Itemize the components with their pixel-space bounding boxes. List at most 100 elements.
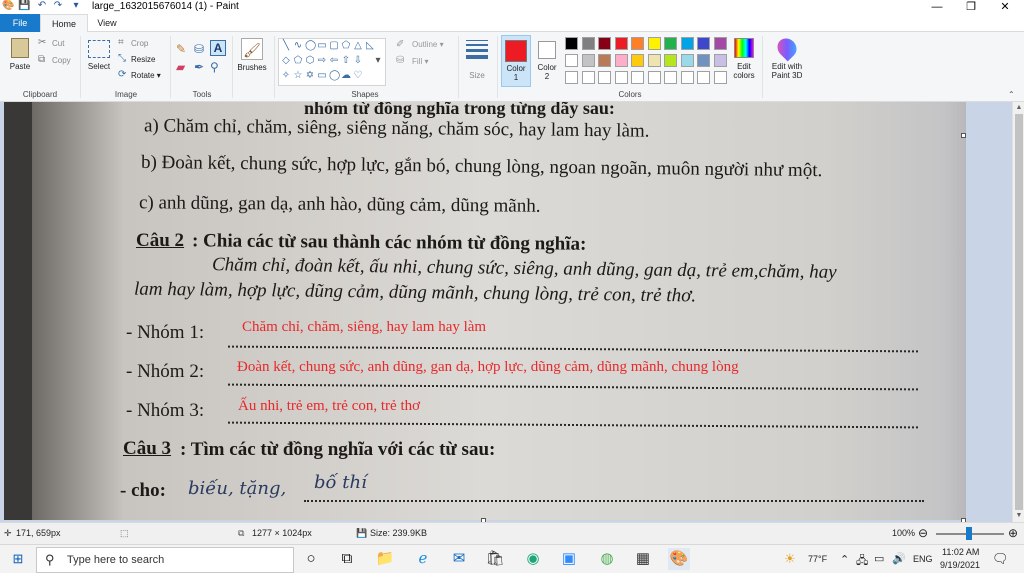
palette-color-swatch[interactable] [697, 71, 710, 84]
close-button[interactable]: ✕ [988, 0, 1022, 14]
palette-color-swatch[interactable] [664, 54, 677, 67]
curve-shape-icon[interactable]: ∿ [293, 41, 303, 51]
crop-button[interactable]: Crop [131, 39, 148, 48]
palette-color-swatch[interactable] [565, 71, 578, 84]
six-point-star-shape-icon[interactable]: ✡ [305, 71, 315, 81]
weather-temperature[interactable]: 77°F [808, 554, 827, 564]
palette-color-swatch[interactable] [697, 54, 710, 67]
line-shape-icon[interactable]: ╲ [281, 41, 291, 51]
right-arrow-shape-icon[interactable]: ⇨ [317, 56, 327, 66]
notifications-icon[interactable]: 🗨 [992, 551, 1009, 567]
palette-color-swatch[interactable] [631, 54, 644, 67]
palette-color-swatch[interactable] [614, 54, 628, 67]
resize-handle-right[interactable] [961, 133, 966, 138]
cut-button[interactable]: Cut [52, 39, 64, 48]
vertical-scrollbar[interactable]: ▲ ▼ [1012, 102, 1024, 522]
polygon-shape-icon[interactable]: ⬠ [341, 41, 351, 51]
outline-dropdown[interactable]: Outline ▾ [412, 40, 444, 49]
palette-color-swatch[interactable] [664, 37, 677, 50]
palette-color-swatch[interactable] [647, 71, 661, 84]
down-arrow-shape-icon[interactable]: ⇩ [353, 56, 363, 66]
palette-color-swatch[interactable] [713, 37, 727, 50]
undo-icon[interactable]: ↶ [36, 0, 48, 12]
network-icon[interactable]: 🖧 [856, 552, 868, 571]
palette-color-swatch[interactable] [680, 71, 694, 84]
task-view-icon[interactable]: ⧉ [336, 548, 358, 570]
scroll-down-icon[interactable]: ▼ [1013, 510, 1024, 522]
windows-start-icon[interactable]: ⊞ [7, 548, 29, 570]
clock-date[interactable]: 9/19/2021 [940, 560, 980, 570]
palette-color-swatch[interactable] [598, 37, 611, 50]
palette-color-swatch[interactable] [598, 71, 611, 84]
palette-color-swatch[interactable] [581, 71, 595, 84]
collapse-ribbon-icon[interactable]: ⌃ [1008, 88, 1015, 102]
left-arrow-shape-icon[interactable]: ⇦ [329, 56, 339, 66]
callout-cloud-shape-icon[interactable]: ☁ [341, 71, 351, 81]
minimize-button[interactable]: — [920, 0, 954, 14]
palette-color-swatch[interactable] [598, 54, 611, 67]
palette-color-swatch[interactable] [680, 54, 694, 67]
zoom-app-icon[interactable]: ▣ [558, 548, 580, 570]
palette-color-swatch[interactable] [664, 71, 677, 84]
color1-button[interactable]: Color 1 [501, 35, 531, 87]
select-button[interactable]: Select [84, 36, 114, 86]
palette-color-swatch[interactable] [631, 71, 644, 84]
zoom-slider-thumb[interactable] [966, 527, 972, 540]
rectangle-shape-icon[interactable]: ▭ [317, 41, 327, 51]
edit-colors-button[interactable]: Edit colors [730, 36, 758, 88]
palette-color-swatch[interactable] [713, 54, 727, 67]
callout-rect-shape-icon[interactable]: ▭ [317, 71, 327, 81]
eraser-icon[interactable]: ▰ [176, 60, 185, 74]
pentagon-shape-icon[interactable]: ⬠ [293, 56, 303, 66]
magnifier-icon[interactable]: ⚲ [210, 60, 219, 74]
heart-shape-icon[interactable]: ♡ [353, 71, 363, 81]
four-point-star-shape-icon[interactable]: ✧ [281, 71, 291, 81]
palette-color-swatch[interactable] [647, 54, 661, 67]
palette-color-swatch[interactable] [697, 37, 710, 50]
maximize-button[interactable]: ❐ [954, 0, 988, 14]
canvas-image[interactable]: nhóm từ đồng nghĩa trong từng dãy sau: a… [4, 102, 966, 520]
resize-button[interactable]: Resize [131, 55, 155, 64]
battery-icon[interactable]: ▭ [874, 552, 884, 565]
tab-view[interactable]: View [88, 14, 126, 32]
triangle-shape-icon[interactable]: △ [353, 41, 363, 51]
palette-color-swatch[interactable] [713, 71, 727, 84]
rotate-button[interactable]: Rotate ▾ [131, 71, 161, 80]
taskbar-search-box[interactable]: ⚲ Type here to search [36, 547, 294, 573]
scroll-up-icon[interactable]: ▲ [1013, 102, 1024, 114]
diamond-shape-icon[interactable]: ◇ [281, 56, 291, 66]
volume-icon[interactable]: 🔊 [892, 552, 906, 565]
internet-explorer-icon[interactable]: ℯ [412, 548, 434, 570]
file-explorer-icon[interactable]: 📁 [374, 548, 396, 570]
store-icon[interactable]: 🛍 [484, 548, 506, 570]
pencil-icon[interactable]: ✎ [176, 42, 186, 56]
zoom-out-button[interactable]: ⊖ [918, 526, 928, 540]
copy-button[interactable]: Copy [52, 56, 71, 65]
cortana-icon[interactable]: ○ [300, 548, 322, 570]
clock-time[interactable]: 11:02 AM [942, 547, 979, 557]
edit-with-paint3d-button[interactable]: Edit with Paint 3D [766, 34, 808, 88]
color2-button[interactable]: Color 2 [534, 35, 560, 87]
palette-color-swatch[interactable] [614, 37, 628, 50]
callout-oval-shape-icon[interactable]: ◯ [329, 71, 340, 81]
paint-taskbar-icon[interactable]: 🎨 [668, 548, 690, 570]
palette-color-swatch[interactable] [565, 54, 578, 67]
palette-color-swatch[interactable] [565, 37, 578, 50]
calculator-icon[interactable]: ▦ [632, 548, 654, 570]
hexagon-shape-icon[interactable]: ⬡ [305, 56, 315, 66]
quick-save-icon[interactable]: 💾 [18, 0, 30, 12]
canvas-area[interactable]: nhóm từ đồng nghĩa trong từng dãy sau: a… [0, 102, 1012, 523]
mail-icon[interactable]: ✉ [448, 548, 470, 570]
palette-color-swatch[interactable] [581, 37, 595, 50]
five-point-star-shape-icon[interactable]: ☆ [293, 71, 303, 81]
color-picker-icon[interactable]: ✒ [194, 60, 204, 74]
tab-home[interactable]: Home [40, 14, 88, 32]
customize-quick-access-icon[interactable]: ▾ [70, 0, 82, 12]
palette-color-swatch[interactable] [581, 54, 595, 67]
shapes-gallery[interactable]: ╲ ∿ ◯ ▭ ▢ ⬠ △ ◺ ◇ ⬠ ⬡ ⇨ ⇦ ⇧ ⇩ ✧ ☆ ✡ ▭ ◯ … [278, 38, 386, 86]
brushes-button[interactable]: 🖌 Brushes [235, 36, 269, 86]
redo-icon[interactable]: ↷ [52, 0, 64, 12]
tab-file[interactable]: File [0, 14, 40, 32]
tray-chevron-icon[interactable]: ⌃ [840, 553, 849, 566]
oval-shape-icon[interactable]: ◯ [305, 41, 316, 51]
